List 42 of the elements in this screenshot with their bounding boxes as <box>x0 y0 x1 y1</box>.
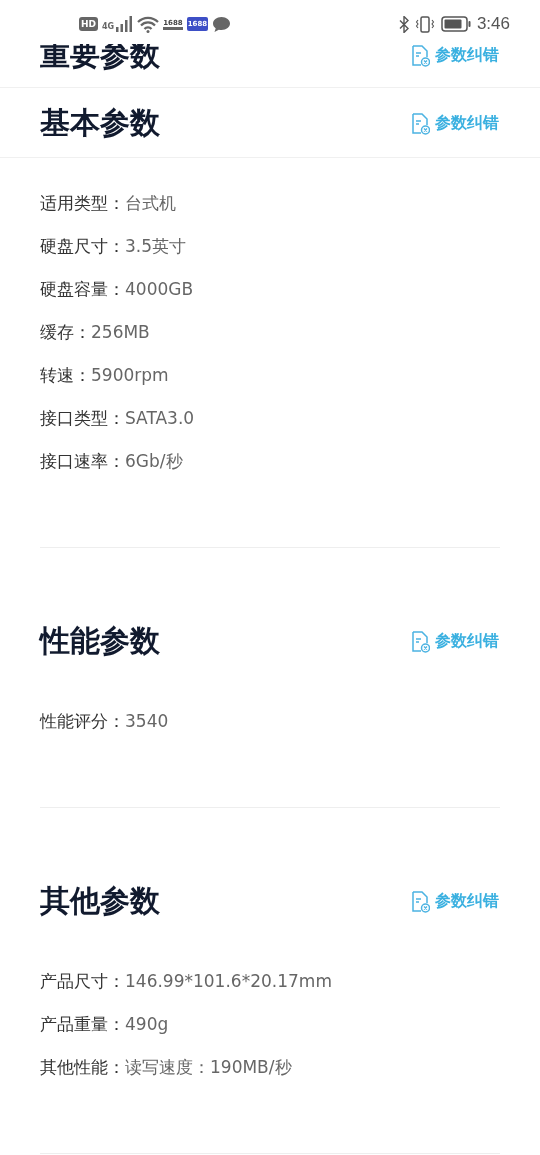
correction-link[interactable]: 参数纠错 <box>410 43 499 67</box>
hd-badge: HD <box>79 17 98 31</box>
param-value: 3540 <box>125 711 169 731</box>
wifi-icon <box>137 15 160 33</box>
battery-icon <box>440 16 471 32</box>
network-label: 4G <box>102 21 115 31</box>
document-error-icon <box>410 629 430 653</box>
param-value: 146.99*101.6*20.17mm <box>125 971 332 991</box>
param-value: 3.5英寸 <box>125 236 187 256</box>
param-label: 其他性能： <box>40 1057 125 1077</box>
document-error-icon <box>410 43 430 67</box>
clock-time: 3:46 <box>476 14 510 34</box>
param-value: 256MB <box>91 322 150 342</box>
param-label: 接口速率： <box>40 451 125 471</box>
param-value: 读写速度：190MB/秒 <box>125 1057 292 1077</box>
bluetooth-icon <box>398 15 409 33</box>
param-value: 4000GB <box>125 279 194 299</box>
param-value: 490g <box>125 1014 169 1034</box>
vibrate-icon <box>414 15 435 33</box>
param-label: 产品重量： <box>40 1014 125 1034</box>
param-label: 转速： <box>40 365 91 385</box>
param-value: 台式机 <box>125 193 176 213</box>
section-title: 性能参数 <box>40 622 160 660</box>
param-label: 产品尺寸： <box>40 971 125 991</box>
param-label: 接口类型： <box>40 408 125 428</box>
chat-bubble-icon <box>212 15 232 33</box>
param-label: 性能评分： <box>40 711 125 731</box>
signal-icon <box>115 16 134 32</box>
param-value: 6Gb/秒 <box>125 451 183 471</box>
section-title: 基本参数 <box>40 104 160 142</box>
document-error-icon <box>410 889 430 913</box>
param-value: 5900rpm <box>91 365 169 385</box>
param-label: 缓存： <box>40 322 91 342</box>
section-title: 其他参数 <box>40 882 160 920</box>
param-label: 硬盘尺寸： <box>40 236 125 256</box>
correction-link[interactable]: 参数纠错 <box>410 889 499 913</box>
param-label: 硬盘容量： <box>40 279 125 299</box>
param-label: 适用类型： <box>40 193 125 213</box>
document-error-icon <box>410 111 430 135</box>
param-value: SATA3.0 <box>125 408 195 428</box>
correction-link[interactable]: 参数纠错 <box>410 629 499 653</box>
correction-link[interactable]: 参数纠错 <box>410 111 499 135</box>
